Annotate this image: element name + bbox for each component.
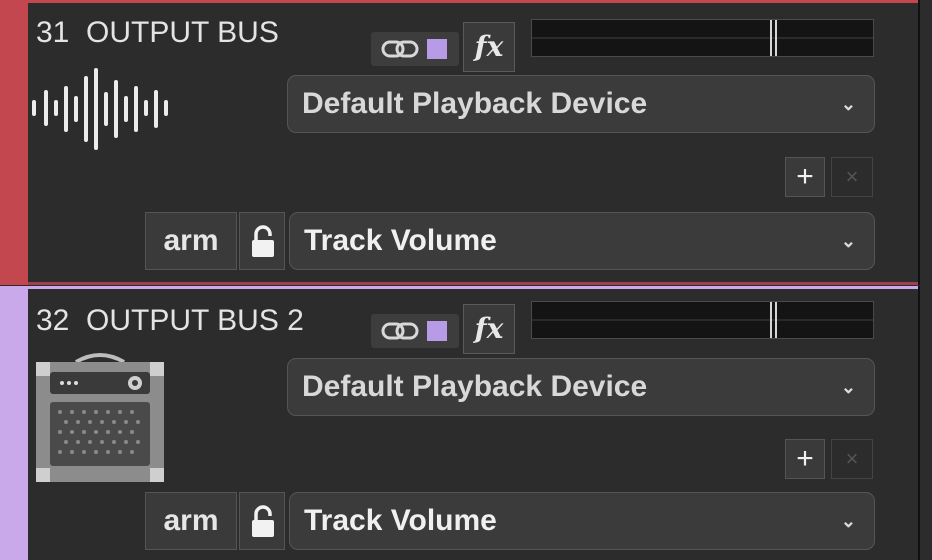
level-meter[interactable] [531,19,874,57]
divider [918,0,920,285]
remove-button[interactable]: × [831,157,873,197]
track-border [28,282,918,285]
track-title: OUTPUT BUS [86,16,279,49]
output-device-select[interactable]: Default Playback Device ⌄ [287,358,875,416]
output-device-select[interactable]: Default Playback Device ⌄ [287,75,875,133]
track-name[interactable]: 31 OUTPUT BUS [36,16,279,50]
lock-button[interactable] [239,492,285,550]
link-button[interactable] [371,32,459,66]
automation-param-value: Track Volume [304,504,497,537]
link-button[interactable] [371,314,459,348]
track-number: 32 [36,304,70,337]
fx-button[interactable]: fx [463,304,515,354]
link-icon [381,40,419,58]
meter-divider [532,37,873,39]
add-button[interactable]: + [785,439,825,479]
chevron-down-icon: ⌄ [840,511,856,531]
track-border [28,286,918,289]
level-meter[interactable] [531,301,874,339]
volume-marker[interactable] [770,302,777,338]
output-device-value: Default Playback Device [302,370,648,403]
track-border [28,0,918,3]
chevron-down-icon: ⌄ [840,377,856,397]
output-device-value: Default Playback Device [302,87,648,120]
add-button[interactable]: + [785,157,825,197]
meter-divider [532,319,873,321]
chevron-down-icon: ⌄ [840,94,856,114]
arm-button[interactable]: arm [145,492,237,550]
arm-button[interactable]: arm [145,212,237,270]
link-icon [381,322,419,340]
lock-button[interactable] [239,212,285,270]
automation-param-select[interactable]: Track Volume ⌄ [289,212,875,270]
lock-icon [252,225,274,257]
track-color-bar[interactable] [0,286,28,560]
color-swatch[interactable] [427,321,447,341]
track-31[interactable]: 31 OUTPUT BUS fx Default Playback Device… [0,0,932,285]
guitar-amp-icon [36,353,164,482]
track-name[interactable]: 32 OUTPUT BUS 2 [36,304,304,338]
lock-icon [252,505,274,537]
track-number: 31 [36,16,70,49]
track-title: OUTPUT BUS 2 [86,304,304,337]
track-32[interactable]: 32 OUTPUT BUS 2 fx Default Playback Devi… [0,286,932,560]
automation-param-value: Track Volume [304,224,497,257]
waveform-icon [32,68,168,150]
volume-marker[interactable] [770,20,777,56]
fx-button[interactable]: fx [463,22,515,72]
automation-param-select[interactable]: Track Volume ⌄ [289,492,875,550]
chevron-down-icon: ⌄ [840,231,856,251]
track-color-bar[interactable] [0,0,28,285]
remove-button[interactable]: × [831,439,873,479]
color-swatch[interactable] [427,39,447,59]
divider [918,286,920,560]
